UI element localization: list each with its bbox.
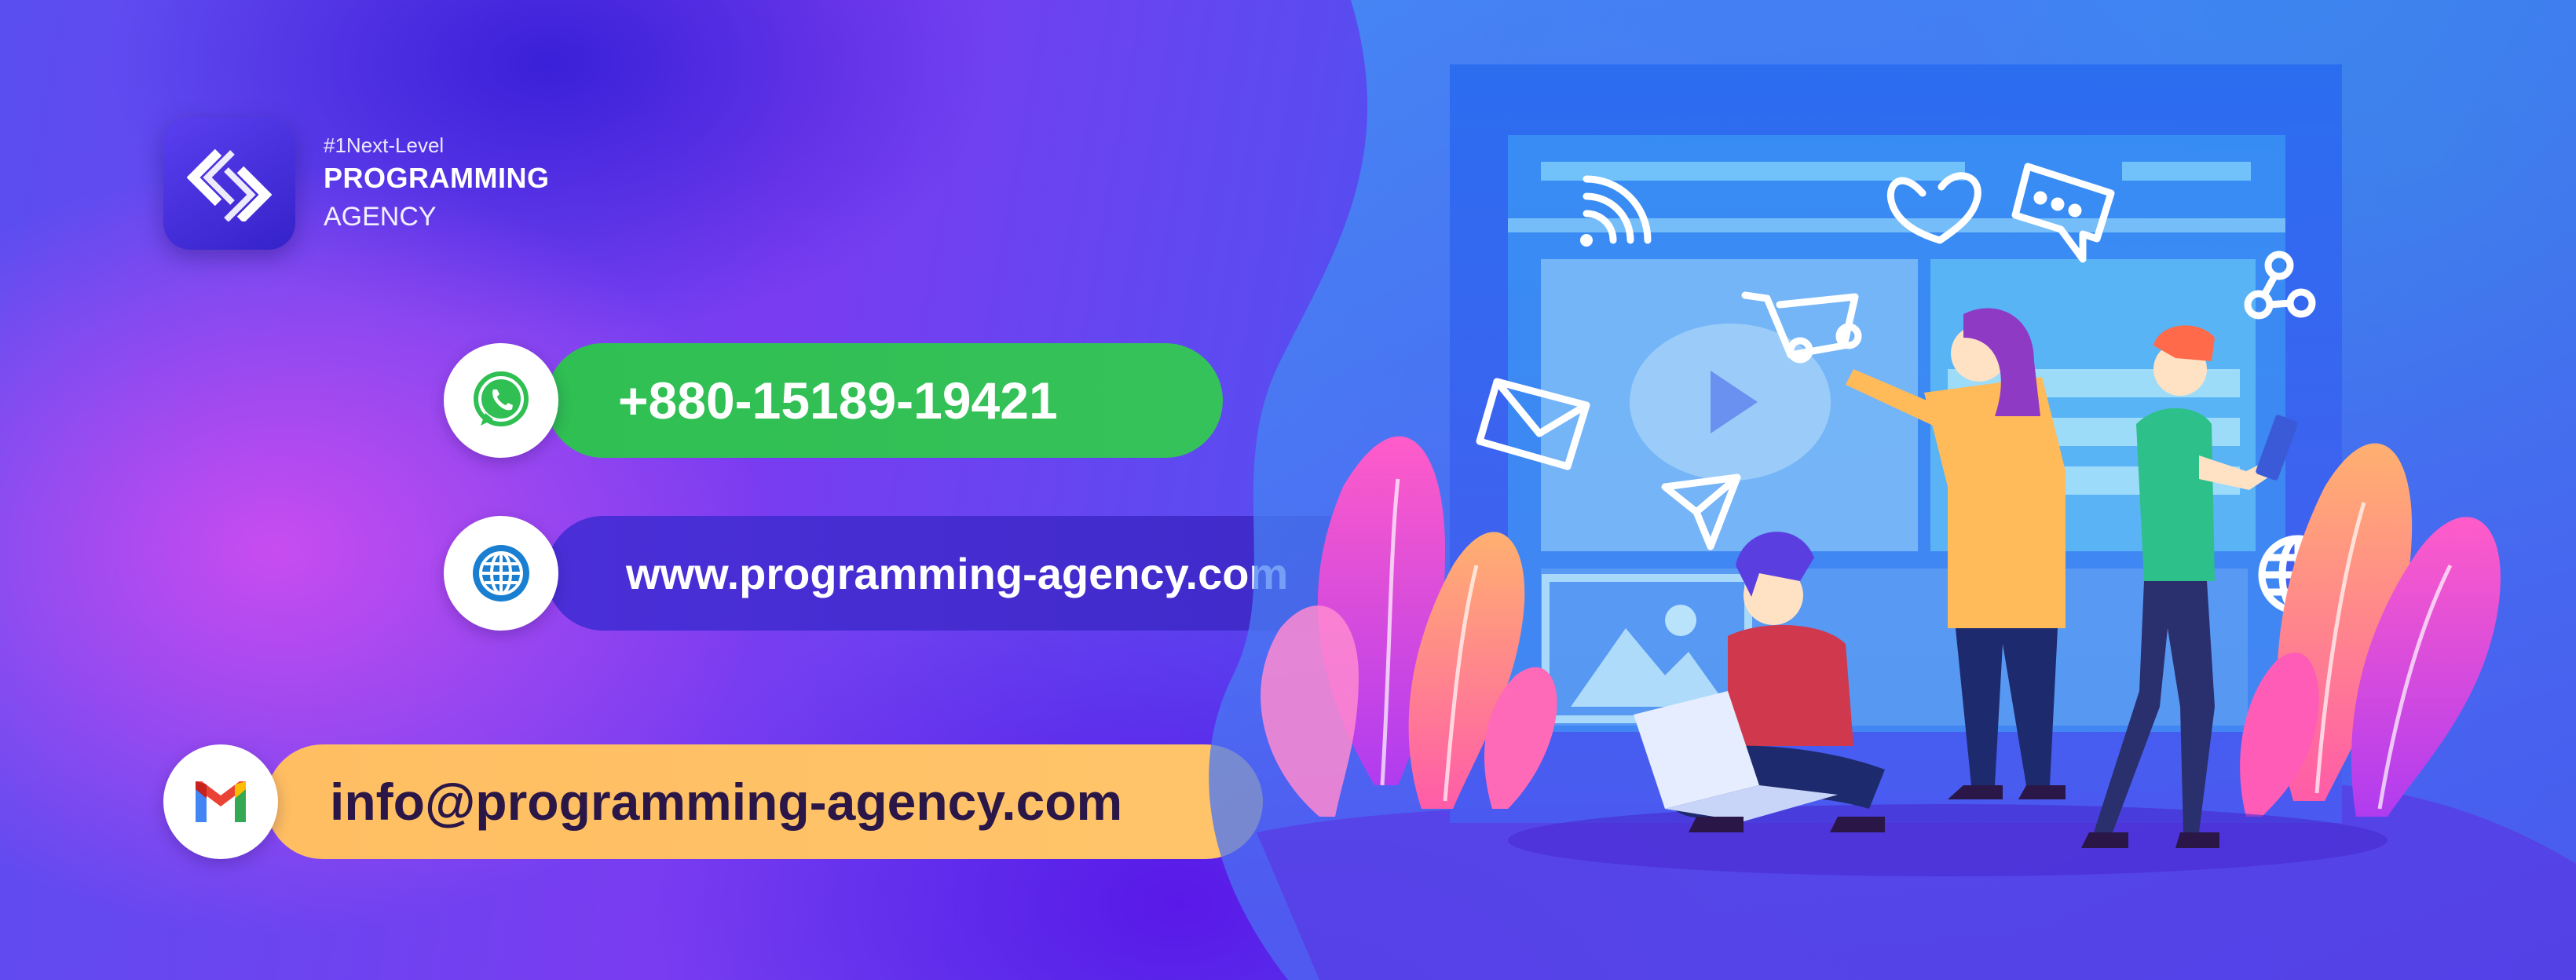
web-agency-illustration (1209, 0, 2576, 980)
email-address: info@programming-agency.com (330, 773, 1123, 831)
website-badge (444, 516, 558, 631)
brand-text: #1Next-Level PROGRAMMING AGENCY (324, 132, 550, 236)
phone-pill[interactable]: +880-15189-19421 (546, 343, 1223, 458)
gmail-icon (196, 781, 246, 822)
double-chevron-logo-icon (187, 148, 272, 221)
logo-tile (163, 118, 295, 250)
brand-name: PROGRAMMING (324, 162, 550, 194)
email-badge (163, 744, 278, 859)
play-icon (1630, 324, 1831, 481)
email-pill[interactable]: info@programming-agency.com (265, 744, 1263, 859)
email-contact[interactable]: info@programming-agency.com (163, 744, 1263, 859)
brand-tagline: #1Next-Level (324, 133, 445, 157)
whatsapp-icon (474, 371, 529, 426)
phone-badge (444, 343, 558, 458)
globe-icon (473, 545, 529, 602)
phone-number: +880-15189-19421 (618, 371, 1058, 430)
brand-sub: AGENCY (324, 202, 437, 232)
phone-contact[interactable]: +880-15189-19421 (444, 343, 1223, 458)
